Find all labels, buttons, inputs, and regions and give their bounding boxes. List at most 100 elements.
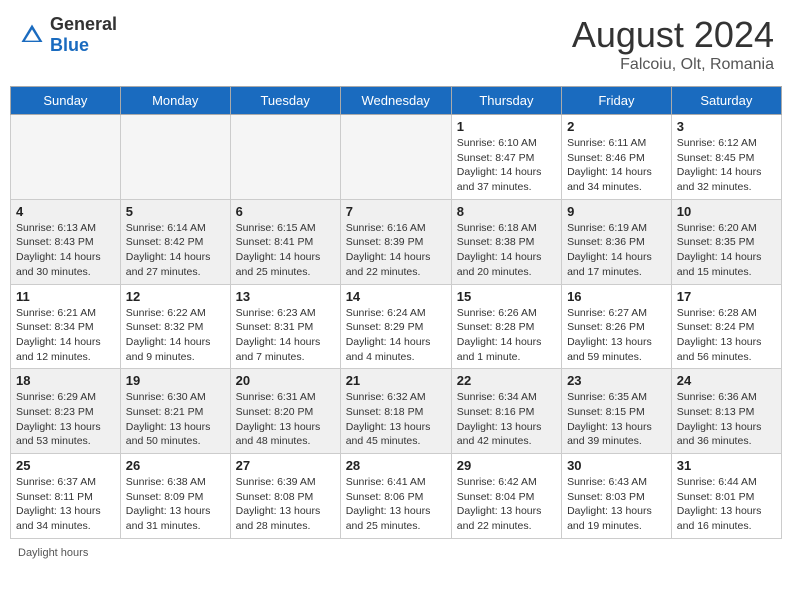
day-number: 25 [16,458,115,473]
calendar-cell: 26Sunrise: 6:38 AMSunset: 8:09 PMDayligh… [120,454,230,539]
calendar-cell: 11Sunrise: 6:21 AMSunset: 8:34 PMDayligh… [11,284,121,369]
day-of-week-header: Thursday [451,87,561,115]
calendar-cell: 19 Sunrise: 6:30 AMSunset: 8:21 PMDayligh… [120,369,230,454]
calendar-cell: 31Sunrise: 6:44 AMSunset: 8:01 PMDayligh… [671,454,781,539]
calendar-cell: 21 Sunrise: 6:32 AMSunset: 8:18 PMDayligh… [340,369,451,454]
day-number: 15 [457,289,556,304]
day-number: 4 [16,204,115,219]
day-info: Sunrise: 6:41 AMSunset: 8:06 PMDaylight:… [346,475,446,534]
day-number: 28 [346,458,446,473]
title-block: August 2024 Falcoiu, Olt, Romania [572,14,774,74]
day-info: Sunrise: 6:19 AMSunset: 8:36 PMDaylight:… [567,221,666,280]
day-number: 1 [457,119,556,134]
calendar-cell: 10Sunrise: 6:20 AMSunset: 8:35 PMDayligh… [671,199,781,284]
day-number: 19 [126,373,225,388]
calendar-cell: 20Sunrise: 6:31 AMSunset: 8:20 PMDayligh… [230,369,340,454]
logo-icon [18,21,46,49]
calendar-cell: 17Sunrise: 6:28 AMSunset: 8:24 PMDayligh… [671,284,781,369]
day-info: Sunrise: 6:42 AMSunset: 8:04 PMDaylight:… [457,475,556,534]
day-number: 12 [126,289,225,304]
day-info: Sunrise: 6:24 AMSunset: 8:29 PMDaylight:… [346,306,446,365]
calendar-cell: 6Sunrise: 6:15 AMSunset: 8:41 PMDaylight… [230,199,340,284]
day-of-week-header: Friday [562,87,672,115]
logo: General Blue [18,14,117,56]
day-info: Sunrise: 6:37 AMSunset: 8:11 PMDaylight:… [16,475,115,534]
calendar-cell: 3 Sunrise: 6:12 AMSunset: 8:45 PMDaylight… [671,115,781,200]
footer-text: Daylight hours [18,547,88,559]
calendar-cell: 22 Sunrise: 6:34 AMSunset: 8:16 PMDayligh… [451,369,561,454]
day-number: 14 [346,289,446,304]
day-info: Sunrise: 6:30 AMSunset: 8:21 PMDaylight:… [126,390,225,449]
calendar-cell: 15 Sunrise: 6:26 AMSunset: 8:28 PMDayligh… [451,284,561,369]
day-number: 21 [346,373,446,388]
day-info: Sunrise: 6:34 AMSunset: 8:16 PMDaylight:… [457,390,556,449]
day-number: 13 [236,289,335,304]
day-info: Sunrise: 6:36 AMSunset: 8:13 PMDaylight:… [677,390,776,449]
day-info: Sunrise: 6:14 AMSunset: 8:42 PMDaylight:… [126,221,225,280]
day-number: 3 [677,119,776,134]
calendar-cell [11,115,121,200]
calendar-week-row: 4Sunrise: 6:13 AMSunset: 8:43 PMDaylight… [11,199,782,284]
page-header: General Blue August 2024 Falcoiu, Olt, R… [10,10,782,78]
calendar-cell: 7Sunrise: 6:16 AMSunset: 8:39 PMDaylight… [340,199,451,284]
calendar-cell: 8 Sunrise: 6:18 AMSunset: 8:38 PMDaylight… [451,199,561,284]
calendar-cell: 16 Sunrise: 6:27 AMSunset: 8:26 PMDayligh… [562,284,672,369]
calendar-header-row: SundayMondayTuesdayWednesdayThursdayFrid… [11,87,782,115]
day-number: 5 [126,204,225,219]
calendar-cell: 28 Sunrise: 6:41 AMSunset: 8:06 PMDayligh… [340,454,451,539]
day-info: Sunrise: 6:27 AMSunset: 8:26 PMDaylight:… [567,306,666,365]
calendar-cell: 4Sunrise: 6:13 AMSunset: 8:43 PMDaylight… [11,199,121,284]
calendar-cell: 12 Sunrise: 6:22 AMSunset: 8:32 PMDayligh… [120,284,230,369]
calendar-week-row: 1 Sunrise: 6:10 AMSunset: 8:47 PMDaylight… [11,115,782,200]
day-info: Sunrise: 6:44 AMSunset: 8:01 PMDaylight:… [677,475,776,534]
calendar-week-row: 11Sunrise: 6:21 AMSunset: 8:34 PMDayligh… [11,284,782,369]
day-info: Sunrise: 6:32 AMSunset: 8:18 PMDaylight:… [346,390,446,449]
calendar-cell: 9 Sunrise: 6:19 AMSunset: 8:36 PMDaylight… [562,199,672,284]
day-of-week-header: Saturday [671,87,781,115]
day-info: Sunrise: 6:31 AMSunset: 8:20 PMDaylight:… [236,390,335,449]
day-number: 9 [567,204,666,219]
calendar-cell [230,115,340,200]
day-info: Sunrise: 6:12 AMSunset: 8:45 PMDaylight:… [677,136,776,195]
day-number: 8 [457,204,556,219]
day-info: Sunrise: 6:35 AMSunset: 8:15 PMDaylight:… [567,390,666,449]
day-number: 16 [567,289,666,304]
calendar-cell: 27 Sunrise: 6:39 AMSunset: 8:08 PMDayligh… [230,454,340,539]
day-info: Sunrise: 6:15 AMSunset: 8:41 PMDaylight:… [236,221,335,280]
day-info: Sunrise: 6:22 AMSunset: 8:32 PMDaylight:… [126,306,225,365]
day-number: 18 [16,373,115,388]
calendar-cell: 5 Sunrise: 6:14 AMSunset: 8:42 PMDaylight… [120,199,230,284]
logo-blue: Blue [50,35,89,55]
day-number: 29 [457,458,556,473]
day-info: Sunrise: 6:20 AMSunset: 8:35 PMDaylight:… [677,221,776,280]
day-info: Sunrise: 6:21 AMSunset: 8:34 PMDaylight:… [16,306,115,365]
calendar-cell: 23 Sunrise: 6:35 AMSunset: 8:15 PMDayligh… [562,369,672,454]
calendar-cell [340,115,451,200]
day-number: 27 [236,458,335,473]
calendar-week-row: 18Sunrise: 6:29 AMSunset: 8:23 PMDayligh… [11,369,782,454]
day-info: Sunrise: 6:18 AMSunset: 8:38 PMDaylight:… [457,221,556,280]
calendar-cell: 2Sunrise: 6:11 AMSunset: 8:46 PMDaylight… [562,115,672,200]
calendar-cell: 13Sunrise: 6:23 AMSunset: 8:31 PMDayligh… [230,284,340,369]
day-info: Sunrise: 6:26 AMSunset: 8:28 PMDaylight:… [457,306,556,365]
day-of-week-header: Wednesday [340,87,451,115]
calendar-cell [120,115,230,200]
day-number: 26 [126,458,225,473]
logo-text: General Blue [50,14,117,56]
calendar-cell: 1 Sunrise: 6:10 AMSunset: 8:47 PMDaylight… [451,115,561,200]
calendar-cell: 24 Sunrise: 6:36 AMSunset: 8:13 PMDayligh… [671,369,781,454]
calendar-week-row: 25 Sunrise: 6:37 AMSunset: 8:11 PMDayligh… [11,454,782,539]
day-info: Sunrise: 6:10 AMSunset: 8:47 PMDaylight:… [457,136,556,195]
day-of-week-header: Monday [120,87,230,115]
day-number: 24 [677,373,776,388]
calendar-cell: 18Sunrise: 6:29 AMSunset: 8:23 PMDayligh… [11,369,121,454]
day-number: 30 [567,458,666,473]
day-info: Sunrise: 6:28 AMSunset: 8:24 PMDaylight:… [677,306,776,365]
day-info: Sunrise: 6:43 AMSunset: 8:03 PMDaylight:… [567,475,666,534]
month-year: August 2024 [572,14,774,56]
day-number: 22 [457,373,556,388]
day-info: Sunrise: 6:39 AMSunset: 8:08 PMDaylight:… [236,475,335,534]
day-number: 23 [567,373,666,388]
day-info: Sunrise: 6:11 AMSunset: 8:46 PMDaylight:… [567,136,666,195]
day-of-week-header: Sunday [11,87,121,115]
